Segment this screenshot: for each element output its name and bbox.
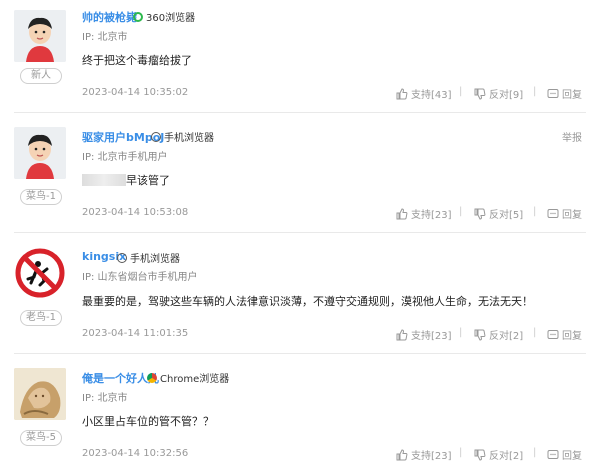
reply-button[interactable]: 回复 <box>547 206 582 221</box>
reply-label: 回复 <box>562 210 582 221</box>
reply-button[interactable]: 回复 <box>547 86 582 101</box>
reply-bubble-icon <box>547 450 559 459</box>
ip-location: IP: 山东省烟台市手机用户 <box>82 272 198 283</box>
browser-label: 手机浏览器 <box>151 129 214 144</box>
comment-text-content: 早该管了 <box>126 174 170 187</box>
reply-bubble-icon <box>547 209 559 218</box>
censored-text <box>82 174 126 186</box>
support-count: 支持[43] <box>411 90 452 101</box>
comment-time: 2023-04-14 10:53:08 <box>82 207 189 218</box>
comment-item: 菜鸟-5 俺是一个好人儿 Chrome浏览器 IP: 北京市 小区里占车位的管不… <box>0 354 600 469</box>
comment-time: 2023-04-14 10:32:56 <box>82 448 189 459</box>
comment-text: 终于把这个毒瘤给拔了 <box>82 54 192 67</box>
oppose-button[interactable]: 反对[5] <box>474 206 523 221</box>
comment-item: 新人 帅的被枪毙 360浏览器 IP: 北京市 终于把这个毒瘤给拔了 2023-… <box>0 0 600 112</box>
oppose-button[interactable]: 反对[2] <box>474 447 523 462</box>
thumbs-up-icon <box>396 449 408 461</box>
browser-name: 360浏览器 <box>146 13 196 24</box>
support-count: 支持[23] <box>411 210 452 221</box>
browser-label: Chrome浏览器 <box>147 370 229 385</box>
ip-location: IP: 北京市手机用户 <box>82 152 168 163</box>
browser-label: 手机浏览器 <box>117 250 180 265</box>
mobile-browser-icon <box>151 132 161 142</box>
user-level-badge: 菜鸟-5 <box>20 430 62 446</box>
avatar[interactable] <box>14 127 66 179</box>
separator: | <box>533 86 537 97</box>
user-level-badge: 菜鸟-1 <box>20 189 62 205</box>
support-button[interactable]: 支持[23] <box>396 327 452 342</box>
separator: | <box>459 327 463 338</box>
thumbs-up-icon <box>396 88 408 100</box>
comment-text: 最重要的是，驾驶这些车辆的人法律意识淡薄，不遵守交通规则，漠视他人生命，无法无天… <box>82 295 533 308</box>
thumbs-up-icon <box>396 329 408 341</box>
thumbs-down-icon <box>474 329 486 341</box>
browser-label: 360浏览器 <box>133 9 195 24</box>
chrome-icon <box>147 373 157 383</box>
avatar[interactable] <box>14 247 66 299</box>
browser-name: Chrome浏览器 <box>160 374 230 385</box>
oppose-button[interactable]: 反对[9] <box>474 86 523 101</box>
oppose-count: 反对[5] <box>489 210 524 221</box>
comment-time: 2023-04-14 10:35:02 <box>82 87 189 98</box>
support-button[interactable]: 支持[23] <box>396 447 452 462</box>
oppose-count: 反对[2] <box>489 451 524 462</box>
support-button[interactable]: 支持[43] <box>396 86 452 101</box>
avatar[interactable] <box>14 10 66 62</box>
separator: | <box>533 206 537 217</box>
username-link[interactable]: 帅的被枪毙 <box>82 9 137 25</box>
reply-button[interactable]: 回复 <box>547 327 582 342</box>
reply-bubble-icon <box>547 89 559 98</box>
thumbs-down-icon <box>474 208 486 220</box>
user-level-badge: 新人 <box>20 68 62 84</box>
avatar[interactable] <box>14 368 66 420</box>
reply-label: 回复 <box>562 331 582 342</box>
oppose-count: 反对[2] <box>489 331 524 342</box>
support-count: 支持[23] <box>411 451 452 462</box>
report-link[interactable]: 举报 <box>562 129 582 144</box>
reply-label: 回复 <box>562 90 582 101</box>
thumbs-down-icon <box>474 88 486 100</box>
support-button[interactable]: 支持[23] <box>396 206 452 221</box>
comment-item: 老鸟-1 kingsix 手机浏览器 IP: 山东省烟台市手机用户 最重要的是，… <box>0 233 600 353</box>
reply-label: 回复 <box>562 451 582 462</box>
separator: | <box>533 327 537 338</box>
mobile-browser-icon <box>117 253 127 263</box>
no-entry-sign-icon <box>14 247 66 299</box>
reply-bubble-icon <box>547 330 559 339</box>
separator: | <box>459 86 463 97</box>
ip-location: IP: 北京市 <box>82 393 128 404</box>
360-browser-icon <box>133 12 143 22</box>
user-level-badge: 老鸟-1 <box>20 310 62 326</box>
comment-item: 菜鸟-1 驱家用户bMpoJ 手机浏览器 举报 IP: 北京市手机用户 早该管了… <box>0 113 600 231</box>
oppose-count: 反对[9] <box>489 90 524 101</box>
thumbs-up-icon <box>396 208 408 220</box>
thumbs-down-icon <box>474 449 486 461</box>
comment-text: 早该管了 <box>82 172 170 188</box>
ip-location: IP: 北京市 <box>82 32 128 43</box>
comment-text: 小区里占车位的管不管？？ <box>82 415 214 428</box>
separator: | <box>459 206 463 217</box>
browser-name: 手机浏览器 <box>130 254 180 265</box>
separator: | <box>533 447 537 458</box>
support-count: 支持[23] <box>411 331 452 342</box>
reply-button[interactable]: 回复 <box>547 447 582 462</box>
browser-name: 手机浏览器 <box>164 133 214 144</box>
oppose-button[interactable]: 反对[2] <box>474 327 523 342</box>
comment-time: 2023-04-14 11:01:35 <box>82 328 189 339</box>
separator: | <box>459 447 463 458</box>
